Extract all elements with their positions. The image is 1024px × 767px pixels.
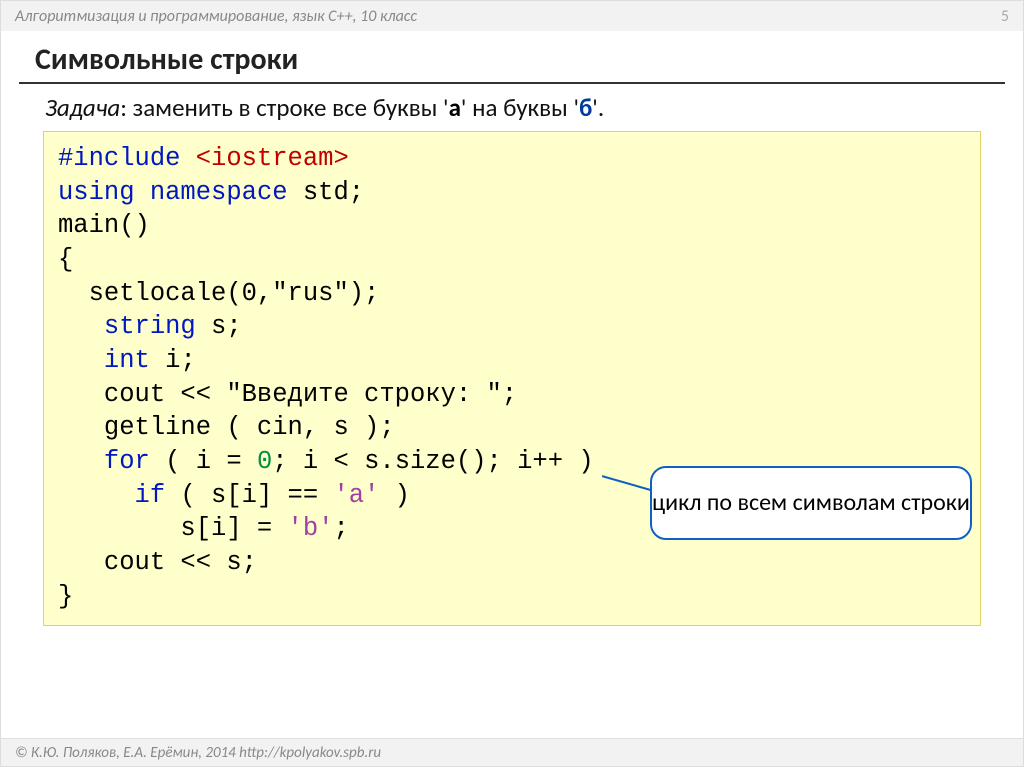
copyright: © К.Ю. Поляков, Е.А. Ерёмин, 2014 http:/… xyxy=(15,744,381,762)
slide-title: Символьные строки xyxy=(1,31,1023,82)
header-bar: Алгоритмизация и программирование, язык … xyxy=(1,1,1023,31)
tok xyxy=(58,312,104,341)
tok: i; xyxy=(150,346,196,375)
tok: } xyxy=(58,582,73,611)
callout-bubble: цикл по всем символам строки xyxy=(650,466,972,540)
task-pre: заменить в строке все буквы xyxy=(133,92,443,123)
letter-b: б xyxy=(579,92,592,123)
tok: s; xyxy=(196,312,242,341)
tok: 'a' xyxy=(333,481,379,510)
tok: string xyxy=(104,312,196,341)
tok xyxy=(135,178,150,207)
footer-bar: © К.Ю. Поляков, Е.А. Ерёмин, 2014 http:/… xyxy=(1,738,1023,766)
tok: <iostream> xyxy=(196,144,349,173)
tok: s[i] = xyxy=(58,514,288,543)
tok: ) xyxy=(379,481,410,510)
task-end: . xyxy=(598,92,604,123)
task-statement: Задача: заменить в строке все буквы 'а' … xyxy=(1,90,1023,129)
tok xyxy=(58,346,104,375)
letter-a: а xyxy=(449,92,461,123)
tok xyxy=(58,481,135,510)
tok: getline ( cin, s ); xyxy=(58,413,395,442)
tok: ; xyxy=(333,514,348,543)
tok: ( i = xyxy=(150,447,257,476)
course-name: Алгоритмизация и программирование, язык … xyxy=(15,7,417,26)
tok: ; xyxy=(502,380,517,409)
slide: Алгоритмизация и программирование, язык … xyxy=(0,0,1024,767)
callout-connector xyxy=(602,475,654,492)
tok: if xyxy=(135,481,166,510)
task-sep: : xyxy=(120,92,132,123)
title-underline xyxy=(19,82,1005,84)
tok: cout << s; xyxy=(58,548,257,577)
tok: int xyxy=(104,346,150,375)
tok: #include xyxy=(58,144,196,173)
tok: using xyxy=(58,178,135,207)
tok: cout << xyxy=(58,380,226,409)
tok: for xyxy=(104,447,150,476)
task-label: Задача xyxy=(45,92,120,123)
page-number: 5 xyxy=(1001,7,1009,26)
tok: ( s[i] == xyxy=(165,481,333,510)
callout-text: цикл по всем символам строки xyxy=(652,490,970,517)
tok: std; xyxy=(288,178,365,207)
tok: namespace xyxy=(150,178,288,207)
tok: setlocale(0,"rus"); xyxy=(58,279,379,308)
tok: ; i < s.size(); i++ ) xyxy=(272,447,593,476)
tok: 0 xyxy=(257,447,272,476)
task-mid: на буквы xyxy=(466,92,573,123)
tok: 'b' xyxy=(288,514,334,543)
tok: { xyxy=(58,245,73,274)
tok: main() xyxy=(58,211,150,240)
tok: "Введите строку: " xyxy=(226,380,501,409)
code-block: #include <iostream> using namespace std;… xyxy=(43,131,981,626)
tok xyxy=(58,447,104,476)
